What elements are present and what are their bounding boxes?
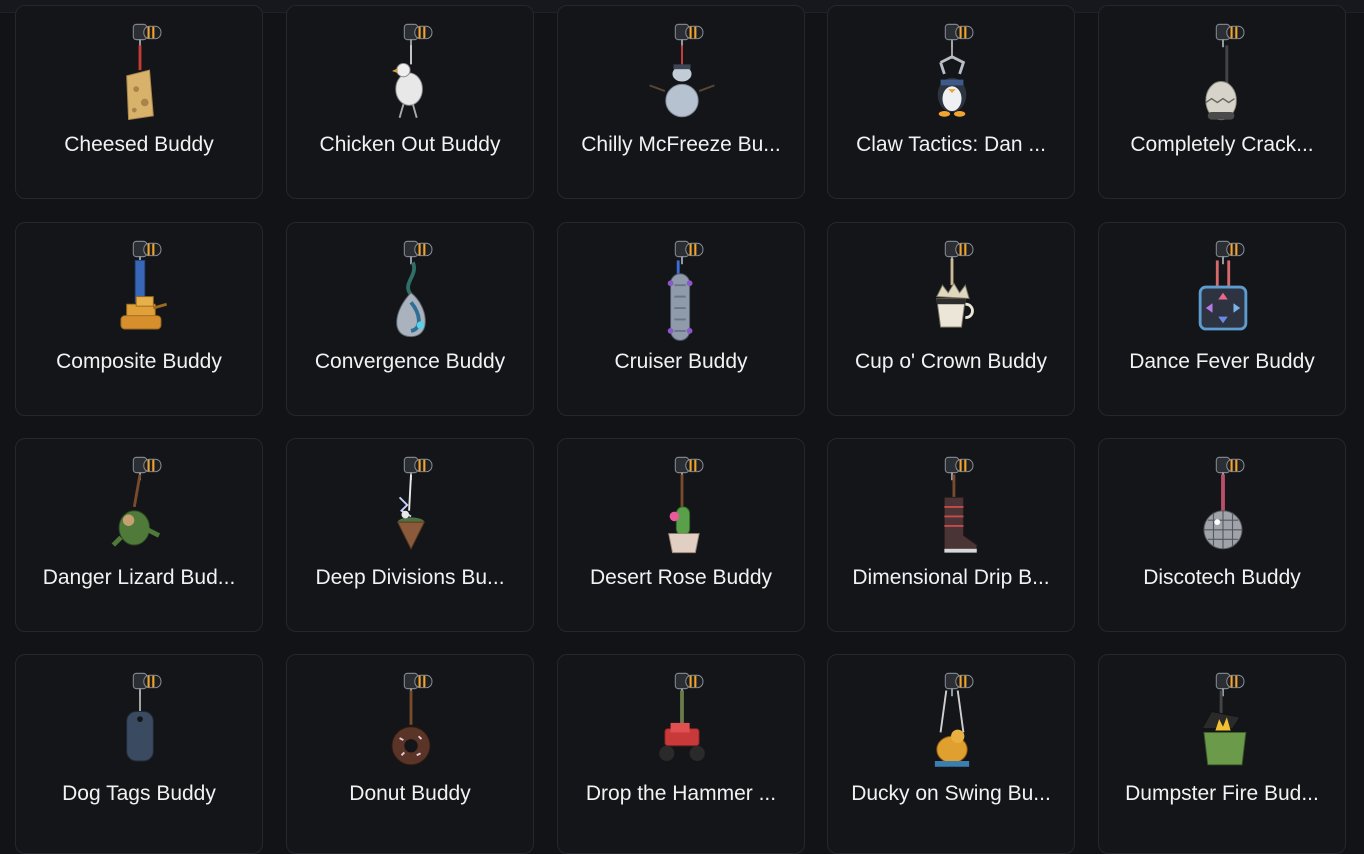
buddy-card[interactable]: Chicken Out Buddy: [286, 5, 534, 199]
buddy-name: Convergence Buddy: [314, 350, 506, 373]
cheese-charm-icon: [100, 20, 180, 124]
buddy-card[interactable]: Convergence Buddy: [286, 222, 534, 416]
buddy-card[interactable]: Dumpster Fire Bud...: [1098, 654, 1346, 854]
buddy-name: Drop the Hammer ...: [585, 782, 777, 805]
teardrop-charm-icon: [371, 237, 451, 341]
buddy-name: Danger Lizard Bud...: [42, 566, 236, 589]
skateboard-charm-icon: [642, 237, 722, 341]
snowman-charm-icon: [642, 20, 722, 124]
buddy-name: Deep Divisions Bu...: [315, 566, 505, 589]
lizard-charm-icon: [100, 453, 180, 557]
crown-cup-charm-icon: [912, 237, 992, 341]
buddy-card[interactable]: Discotech Buddy: [1098, 438, 1346, 632]
buddy-name: Chicken Out Buddy: [319, 133, 501, 156]
buddy-name: Completely Crack...: [1130, 133, 1314, 156]
boot-charm-icon: [912, 453, 992, 557]
buddy-name: Cheesed Buddy: [64, 133, 214, 156]
chicken-charm-icon: [371, 20, 451, 124]
floating-island-charm-icon: [371, 453, 451, 557]
buddy-name: Desert Rose Buddy: [589, 566, 773, 589]
buddy-name: Ducky on Swing Bu...: [851, 782, 1051, 805]
duck-swing-charm-icon: [912, 669, 992, 773]
disco-ball-charm-icon: [1183, 453, 1263, 557]
dumpster-charm-icon: [1183, 669, 1263, 773]
buddy-card[interactable]: Desert Rose Buddy: [557, 438, 805, 632]
dog-tag-charm-icon: [100, 669, 180, 773]
tank-charm-icon: [100, 237, 180, 341]
buddy-name: Donut Buddy: [349, 782, 471, 805]
buddy-name: Dog Tags Buddy: [62, 782, 216, 805]
buddy-card[interactable]: Ducky on Swing Bu...: [827, 654, 1075, 854]
buddy-card[interactable]: Donut Buddy: [286, 654, 534, 854]
donut-charm-icon: [371, 669, 451, 773]
buddy-card[interactable]: Chilly McFreeze Bu...: [557, 5, 805, 199]
egg-charm-icon: [1183, 20, 1263, 124]
buddy-card[interactable]: Drop the Hammer ...: [557, 654, 805, 854]
buddy-name: Composite Buddy: [56, 350, 222, 373]
buddy-name: Claw Tactics: Dan ...: [856, 133, 1046, 156]
cactus-charm-icon: [642, 453, 722, 557]
penguin-claw-charm-icon: [912, 20, 992, 124]
buddy-card[interactable]: Cup o' Crown Buddy: [827, 222, 1075, 416]
buddy-name: Dance Fever Buddy: [1129, 350, 1315, 373]
buddy-name: Cruiser Buddy: [614, 350, 748, 373]
buddy-card[interactable]: Dog Tags Buddy: [15, 654, 263, 854]
buddy-grid: Cheesed Buddy Chicken Out Buddy Chilly M…: [0, 0, 1364, 854]
buddy-card[interactable]: Danger Lizard Bud...: [15, 438, 263, 632]
monster-truck-charm-icon: [642, 669, 722, 773]
buddy-card[interactable]: Deep Divisions Bu...: [286, 438, 534, 632]
buddy-name: Discotech Buddy: [1143, 566, 1301, 589]
buddy-name: Dumpster Fire Bud...: [1125, 782, 1319, 805]
buddy-card[interactable]: Cruiser Buddy: [557, 222, 805, 416]
buddy-card[interactable]: Dimensional Drip B...: [827, 438, 1075, 632]
buddy-name: Chilly McFreeze Bu...: [581, 133, 781, 156]
buddy-card[interactable]: Dance Fever Buddy: [1098, 222, 1346, 416]
dance-pad-charm-icon: [1183, 237, 1263, 341]
buddy-card[interactable]: Composite Buddy: [15, 222, 263, 416]
buddy-name: Cup o' Crown Buddy: [855, 350, 1047, 373]
buddy-card[interactable]: Completely Crack...: [1098, 5, 1346, 199]
buddy-card[interactable]: Claw Tactics: Dan ...: [827, 5, 1075, 199]
buddy-card[interactable]: Cheesed Buddy: [15, 5, 263, 199]
buddy-name: Dimensional Drip B...: [852, 566, 1050, 589]
